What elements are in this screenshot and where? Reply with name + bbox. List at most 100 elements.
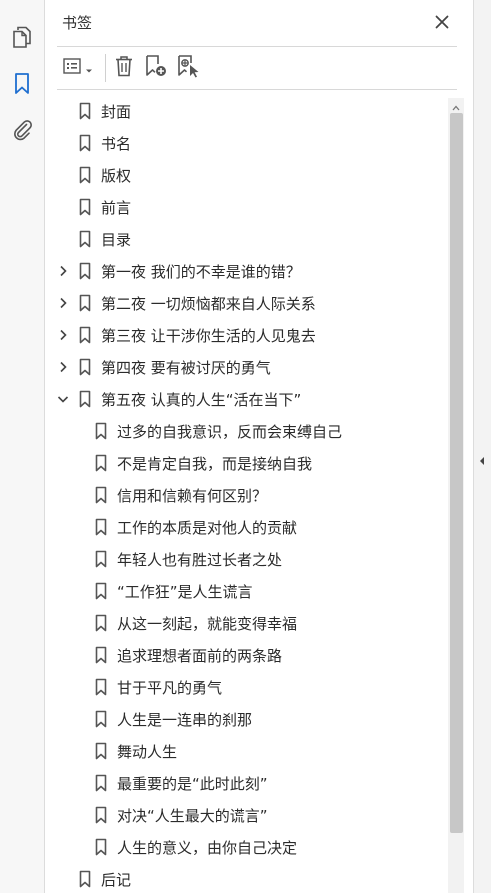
bookmark-label: 甘于平凡的勇气	[117, 679, 223, 697]
bookmark-label: 人生的意义，由你自己决定	[117, 839, 298, 857]
bookmark-label: 第三夜 让干涉你生活的人见鬼去	[101, 327, 316, 345]
bookmark-icon	[78, 389, 92, 409]
bookmark-icon	[94, 517, 108, 537]
bookmark-icon	[78, 101, 92, 121]
new-bookmark-icon	[144, 54, 168, 82]
pages-icon	[11, 25, 33, 49]
scrollbar-thumb[interactable]	[450, 113, 463, 833]
scroll-up-button[interactable]	[448, 98, 464, 112]
bookmark-icon	[78, 165, 92, 185]
bookmark-icon	[94, 581, 108, 601]
bookmark-icon	[78, 197, 92, 217]
bookmark-item[interactable]: 人生是一连串的刹那	[45, 704, 449, 734]
bookmark-label: 信用和信赖有何区别？	[117, 487, 268, 505]
panel-title: 书签	[62, 14, 93, 32]
bookmark-label: 舞动人生	[117, 743, 178, 761]
bookmark-label: 工作的本质是对他人的贡献	[117, 519, 298, 537]
bookmark-icon	[13, 72, 31, 96]
bookmark-item[interactable]: 版权	[45, 160, 449, 190]
navigation-rail	[0, 0, 45, 893]
bookmark-label: 对决“人生最大的谎言”	[117, 807, 268, 825]
chevron-up-icon	[452, 96, 460, 115]
bookmark-label: 书名	[101, 135, 132, 153]
bookmark-label: 后记	[101, 871, 132, 889]
bookmark-icon	[94, 645, 108, 665]
bookmark-label: 追求理想者面前的两条路	[117, 647, 283, 665]
bookmark-icon	[78, 229, 92, 249]
bookmark-item[interactable]: 书名	[45, 128, 449, 158]
collapse-panel-button[interactable]	[475, 452, 489, 468]
bookmark-item[interactable]: 第二夜 一切烦恼都来自人际关系	[45, 288, 449, 318]
trash-icon	[114, 55, 134, 81]
bookmarks-toolbar	[57, 46, 457, 90]
delete-bookmark-button[interactable]	[111, 55, 137, 81]
panel-splitter[interactable]	[473, 0, 491, 893]
collapse-left-icon	[479, 451, 485, 470]
bookmark-icon	[78, 869, 92, 889]
bookmark-icon	[78, 293, 92, 313]
bookmark-item[interactable]: 工作的本质是对他人的贡献	[45, 512, 449, 542]
close-icon	[435, 14, 449, 33]
bookmark-item[interactable]: 舞动人生	[45, 736, 449, 766]
close-panel-button[interactable]	[431, 12, 453, 34]
attachments-panel-button[interactable]	[9, 116, 35, 142]
bookmark-icon	[94, 773, 108, 793]
bookmark-item[interactable]: 年轻人也有胜过长者之处	[45, 544, 449, 574]
new-bookmark-from-structure-button[interactable]	[175, 55, 203, 81]
bookmark-icon	[94, 421, 108, 441]
bookmark-item[interactable]: 封面	[45, 96, 449, 126]
bookmarks-panel-button[interactable]	[9, 71, 35, 97]
bookmark-item[interactable]: 前言	[45, 192, 449, 222]
bookmark-tree: 封面书名版权前言目录第一夜 我们的不幸是谁的错？ 第二夜 一切烦恼都来自人际关系第…	[45, 96, 449, 893]
bookmark-label: “工作狂”是人生谎言	[117, 583, 253, 601]
bookmark-item[interactable]: 信用和信赖有何区别？	[45, 480, 449, 510]
bookmark-item[interactable]: 过多的自我意识，反而会束缚自己	[45, 416, 449, 446]
bookmark-icon	[94, 709, 108, 729]
bookmark-icon	[94, 549, 108, 569]
new-bookmark-button[interactable]	[143, 55, 169, 81]
chevron-right-icon[interactable]	[56, 264, 70, 278]
bookmark-label: 年轻人也有胜过长者之处	[117, 551, 283, 569]
bookmark-item[interactable]: 最重要的是“此时此刻”	[45, 768, 449, 798]
bookmark-label: 从这一刻起，就能变得幸福	[117, 615, 298, 633]
options-menu-button[interactable]	[59, 55, 97, 81]
bookmark-icon	[78, 357, 92, 377]
bookmark-label: 前言	[101, 199, 132, 217]
bookmark-item[interactable]: 从这一刻起，就能变得幸福	[45, 608, 449, 638]
bookmark-label: 版权	[101, 167, 132, 185]
pages-panel-button[interactable]	[9, 24, 35, 50]
attachment-icon	[11, 117, 33, 141]
bookmark-item[interactable]: 对决“人生最大的谎言”	[45, 800, 449, 830]
bookmark-label: 第二夜 一切烦恼都来自人际关系	[101, 295, 316, 313]
bookmark-icon	[94, 485, 108, 505]
bookmark-icon	[94, 741, 108, 761]
options-list-icon	[63, 57, 85, 79]
bookmark-item[interactable]: 第四夜 要有被讨厌的勇气	[45, 352, 449, 382]
bookmark-label: 第五夜 认真的人生“活在当下”	[101, 391, 302, 409]
toolbar-divider	[105, 54, 106, 82]
bookmark-label: 第一夜 我们的不幸是谁的错？	[101, 263, 301, 281]
bookmark-item[interactable]: 追求理想者面前的两条路	[45, 640, 449, 670]
bookmark-item[interactable]: “工作狂”是人生谎言	[45, 576, 449, 606]
bookmark-label: 第四夜 要有被讨厌的勇气	[101, 359, 271, 377]
chevron-down-icon	[85, 59, 93, 78]
bookmark-item[interactable]: 后记	[45, 864, 449, 893]
bookmark-item[interactable]: 第三夜 让干涉你生活的人见鬼去	[45, 320, 449, 350]
chevron-right-icon[interactable]	[56, 296, 70, 310]
bookmark-item[interactable]: 不是肯定自我，而是接纳自我	[45, 448, 449, 478]
bookmark-label: 封面	[101, 103, 132, 121]
bookmark-item[interactable]: 人生的意义，由你自己决定	[45, 832, 449, 862]
bookmark-item[interactable]: 第五夜 认真的人生“活在当下”	[45, 384, 449, 414]
chevron-right-icon[interactable]	[56, 360, 70, 374]
chevron-down-icon[interactable]	[56, 392, 70, 406]
bookmark-label: 最重要的是“此时此刻”	[117, 775, 268, 793]
bookmark-icon	[94, 453, 108, 473]
bookmark-label: 过多的自我意识，反而会束缚自己	[117, 423, 343, 441]
chevron-right-icon[interactable]	[56, 328, 70, 342]
bookmark-item[interactable]: 目录	[45, 224, 449, 254]
bookmark-item[interactable]: 甘于平凡的勇气	[45, 672, 449, 702]
bookmark-item[interactable]: 第一夜 我们的不幸是谁的错？	[45, 256, 449, 286]
bookmark-icon	[78, 261, 92, 281]
bookmark-icon	[78, 133, 92, 153]
bookmark-icon	[94, 613, 108, 633]
